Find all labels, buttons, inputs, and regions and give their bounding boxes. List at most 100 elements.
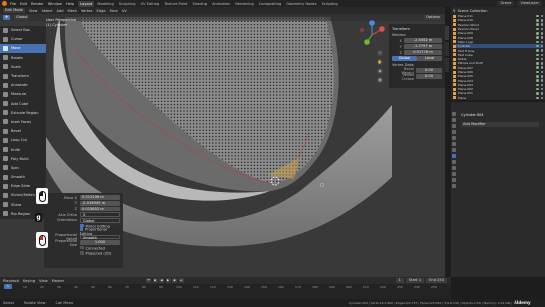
- visibility-eye-icon[interactable]: [540, 44, 543, 48]
- vertex-crease-field[interactable]: 0.00: [416, 74, 442, 79]
- bevel-weight-field[interactable]: 0.00: [416, 68, 442, 73]
- connected-checkbox[interactable]: Connected: [80, 245, 105, 250]
- tool-rotate[interactable]: Rotate: [0, 53, 46, 63]
- add-modifier-button[interactable]: Add Modifier: [461, 122, 539, 127]
- sidebar-tab-tool[interactable]: [445, 42, 449, 56]
- tool-scale[interactable]: Scale: [0, 62, 46, 72]
- tool-bevel[interactable]: Bevel: [0, 127, 46, 137]
- move-x-field[interactable]: 0.012208 m: [80, 195, 120, 201]
- tool-cursor[interactable]: Cursor: [0, 35, 46, 45]
- playhead[interactable]: 1: [4, 284, 12, 289]
- tab-constraints-icon[interactable]: [452, 172, 456, 176]
- visibility-eye-icon[interactable]: [540, 75, 543, 78]
- menu-help[interactable]: Help: [66, 2, 74, 6]
- tool-inset-faces[interactable]: Inset Faces: [0, 117, 46, 128]
- timeline-area[interactable]: 0102030405060708090100110120130140150160…: [0, 284, 451, 299]
- menu-file[interactable]: File: [10, 2, 16, 6]
- end-frame-field[interactable]: End 250: [426, 278, 447, 283]
- tab-compositing[interactable]: Compositing: [257, 1, 284, 7]
- view-layer-selector[interactable]: ViewLayer: [517, 1, 542, 6]
- sidebar-tab-view[interactable]: [445, 58, 449, 72]
- menu-add[interactable]: Add: [57, 9, 64, 13]
- tab-output-icon[interactable]: [452, 124, 456, 128]
- tab-scene-icon[interactable]: [452, 136, 456, 140]
- tab-material-icon[interactable]: [452, 184, 456, 188]
- menu-marker[interactable]: Marker: [52, 279, 64, 283]
- visibility-eye-icon[interactable]: [540, 87, 543, 91]
- tool-smooth[interactable]: Smooth: [0, 173, 46, 183]
- prev-key-icon[interactable]: ◆: [152, 278, 158, 283]
- scene-selector[interactable]: Scene: [497, 1, 515, 6]
- tool-poly-build[interactable]: Poly Build: [0, 154, 46, 164]
- tool-knife[interactable]: Knife: [0, 145, 46, 155]
- tab-modeling[interactable]: Modeling: [95, 1, 115, 7]
- visibility-eye-icon[interactable]: [540, 79, 543, 82]
- visibility-eye-icon[interactable]: [540, 14, 543, 18]
- tab-layout[interactable]: Layout: [78, 0, 95, 7]
- tool-move[interactable]: Move: [0, 44, 46, 54]
- median-y-field[interactable]: -1.7797 m: [404, 44, 442, 49]
- transform-orientation[interactable]: Global: [14, 15, 30, 20]
- menu-view[interactable]: View: [29, 9, 38, 13]
- global-toggle[interactable]: Global: [392, 56, 417, 61]
- menu-edge[interactable]: Edge: [97, 9, 106, 13]
- tool-select-box[interactable]: Select Box: [0, 26, 46, 36]
- tool-extrude-region[interactable]: Extrude Region: [0, 108, 46, 118]
- tool-add-cube[interactable]: Add Cube: [0, 99, 46, 109]
- menu-mesh[interactable]: Mesh: [68, 9, 77, 13]
- filter-icon[interactable]: ⚲: [453, 9, 456, 13]
- visibility-eye-icon[interactable]: [540, 40, 543, 44]
- tool-measure[interactable]: Measure: [0, 90, 46, 100]
- tab-world-icon[interactable]: [452, 142, 456, 146]
- median-x-field[interactable]: -2.5452 m: [404, 38, 442, 43]
- move-z-field[interactable]: 0.015852 m: [80, 206, 120, 212]
- visibility-eye-icon[interactable]: [540, 27, 543, 31]
- tab-tool-icon[interactable]: [452, 112, 456, 116]
- median-z-field[interactable]: 0.91776 m: [404, 50, 442, 55]
- start-frame-field[interactable]: Start 1: [405, 278, 425, 283]
- falloff-dropdown[interactable]: Smooth: [80, 234, 120, 240]
- tab-data-icon[interactable]: [452, 178, 456, 182]
- visibility-eye-icon[interactable]: [540, 57, 543, 61]
- move-tool-icon[interactable]: ✥: [3, 15, 11, 20]
- visibility-eye-icon[interactable]: [540, 19, 543, 22]
- tab-render-icon[interactable]: [452, 118, 456, 122]
- jump-end-icon[interactable]: ⏭: [178, 278, 184, 283]
- visibility-eye-icon[interactable]: [540, 53, 543, 57]
- tab-physics-icon[interactable]: [452, 166, 456, 170]
- options-menu[interactable]: Options: [424, 15, 442, 20]
- visibility-eye-icon[interactable]: [540, 62, 543, 65]
- visibility-eye-icon[interactable]: [540, 92, 543, 95]
- menu-select[interactable]: Select: [41, 9, 52, 13]
- navigation-gizmo-icon[interactable]: [357, 20, 387, 50]
- axis-ortho-dropdown[interactable]: X: [80, 212, 120, 217]
- tab-modifier-icon[interactable]: [452, 154, 456, 158]
- visibility-eye-icon[interactable]: [540, 32, 543, 35]
- move-y-field[interactable]: -0.016945 m: [80, 200, 120, 206]
- camera-icon[interactable]: ◉: [377, 68, 383, 74]
- menu-edit[interactable]: Edit: [20, 2, 27, 6]
- tab-object-icon[interactable]: [452, 148, 456, 152]
- orientation-dropdown[interactable]: Global: [80, 217, 120, 223]
- mode-selector[interactable]: Edit Mode: [3, 8, 25, 13]
- menu-window[interactable]: Window: [48, 2, 62, 6]
- next-key-icon[interactable]: ◆: [172, 278, 178, 283]
- menu-vertex[interactable]: Vertex: [81, 9, 93, 13]
- jump-start-icon[interactable]: ⏮: [146, 278, 152, 283]
- grid-icon[interactable]: ▦: [377, 77, 383, 83]
- zoom-icon[interactable]: +: [377, 50, 383, 56]
- visibility-eye-icon[interactable]: [540, 70, 543, 74]
- blender-logo-icon[interactable]: [2, 1, 7, 6]
- menu-playback[interactable]: Playback: [3, 279, 19, 283]
- tab-geometry-nodes[interactable]: Geometry Nodes: [284, 1, 318, 7]
- play-icon[interactable]: ▶: [165, 278, 171, 283]
- visibility-eye-icon[interactable]: [540, 96, 543, 100]
- visibility-eye-icon[interactable]: [540, 36, 543, 39]
- current-frame-field[interactable]: 1: [395, 278, 404, 283]
- menu-uv[interactable]: UV: [122, 9, 127, 13]
- visibility-eye-icon[interactable]: [540, 66, 543, 69]
- tool-loop-cut[interactable]: Loop Cut: [0, 136, 46, 146]
- pan-hand-icon[interactable]: ✋: [377, 59, 383, 65]
- tab-scripting[interactable]: Scripting: [320, 1, 340, 7]
- local-toggle[interactable]: Local: [417, 56, 442, 61]
